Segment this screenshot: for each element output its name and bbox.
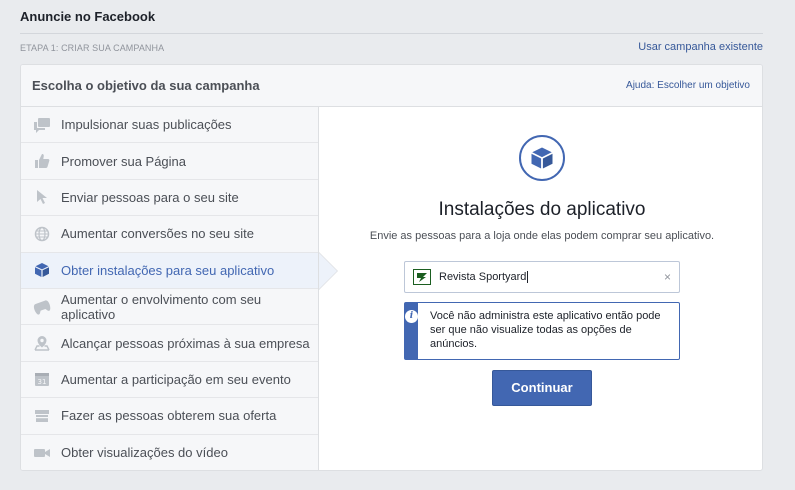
objective-label: Obter visualizações do vídeo [61,445,228,461]
globe-icon [33,225,51,243]
objective-label: Aumentar conversões no seu site [61,226,254,242]
objective-boost-posts[interactable]: Impulsionar suas publicações [21,107,318,144]
objective-label: Aumentar a participação em seu evento [61,371,291,387]
info-notice: i Você não administra este aplicativo en… [404,302,680,360]
app-search-input[interactable]: Revista Sportyard × [404,261,680,293]
calendar-icon: 31 [33,370,51,388]
objective-label: Fazer as pessoas obterem sua oferta [61,408,277,424]
app-logo-icon [413,269,431,285]
gamepad-icon [33,298,51,316]
svg-text:31: 31 [38,378,47,386]
app-input-value: Revista Sportyard [439,270,529,284]
objective-card: Escolha o objetivo da sua campanha Ajuda… [20,64,763,471]
video-camera-icon [33,444,51,462]
location-pin-icon [33,334,51,352]
objective-label: Promover sua Página [61,153,187,169]
clear-icon[interactable]: × [664,270,671,284]
objective-label: Aumentar o envolvimento com seu aplicati… [61,291,262,322]
objective-app-installs[interactable]: Obter instalações para seu aplicativo [21,251,338,290]
objective-label: Obter instalações para seu aplicativo [61,262,275,278]
info-notice-bar: i [405,303,418,359]
use-existing-campaign-link[interactable]: Usar campanha existente [638,41,763,53]
objective-offer-claims[interactable]: Fazer as pessoas obterem sua oferta [21,398,318,435]
objective-video-views[interactable]: Obter visualizações do vídeo [21,435,318,470]
step-label: ETAPA 1: CRIAR SUA CAMPANHA [20,43,165,53]
detail-title: Instalações do aplicativo [438,199,646,220]
objective-event-responses[interactable]: 31 Aumentar a participação em seu evento [21,362,318,399]
help-link[interactable]: Ajuda: Escolher um objetivo [626,80,750,91]
objective-app-engagement[interactable]: Aumentar o envolvimento com seu aplicati… [21,289,318,326]
objective-detail-panel: Instalações do aplicativo Envie as pesso… [320,107,762,470]
objective-label: Alcançar pessoas próximas à sua empresa [61,335,310,351]
info-icon: i [405,310,418,323]
offer-tag-icon [33,407,51,425]
objective-label: Enviar pessoas para o seu site [61,189,239,205]
objective-local-awareness[interactable]: Alcançar pessoas próximas à sua empresa [21,325,318,362]
objective-list: Impulsionar suas publicações Promover su… [21,107,338,470]
objective-website-clicks[interactable]: Enviar pessoas para o seu site [21,180,318,217]
text-caret [527,271,529,284]
box-icon [33,261,51,279]
continue-button[interactable]: Continuar [492,370,592,406]
info-notice-text: Você não administra este aplicativo entã… [430,310,661,350]
objective-promote-page[interactable]: Promover sua Página [21,143,318,180]
objective-label: Impulsionar suas publicações [61,117,232,133]
speech-bubbles-icon [33,116,51,134]
cursor-icon [33,188,51,206]
thumbs-up-icon [33,152,51,170]
objective-website-conversions[interactable]: Aumentar conversões no seu site [21,216,318,253]
app-input-text: Revista Sportyard [439,270,527,283]
app-box-icon [519,135,565,181]
card-header: Escolha o objetivo da sua campanha Ajuda… [21,65,762,107]
page-title: Anuncie no Facebook [20,9,156,24]
detail-description: Envie as pessoas para a loja onde elas p… [369,230,715,242]
card-title: Escolha o objetivo da sua campanha [32,78,260,93]
header-divider [20,33,763,34]
